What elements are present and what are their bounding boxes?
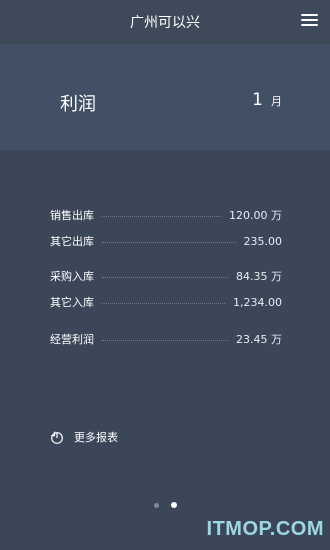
dotted-leader: [102, 276, 228, 278]
dotted-leader: [102, 215, 221, 217]
page-title: 广州可以兴: [130, 15, 200, 31]
stat-label: 销售出库: [50, 209, 94, 222]
stat-value: 235.00: [243, 234, 283, 248]
stat-label: 经营利润: [50, 333, 94, 346]
stat-value: 23.45 万: [236, 333, 282, 346]
stat-row-other-out: 其它出库 235.00: [50, 232, 282, 250]
watermark-logo: ITMOP.COM: [206, 518, 324, 540]
top-bar: 广州可以兴: [0, 0, 330, 44]
dotted-leader: [102, 302, 226, 304]
pie-chart-icon: [51, 431, 63, 444]
dotted-leader: [102, 241, 236, 243]
more-reports-link[interactable]: 更多报表: [50, 429, 118, 445]
page-indicator: [0, 502, 330, 508]
hamburger-menu-icon[interactable]: [301, 13, 318, 28]
stat-row-purchase-in: 采购入库 84.35 万: [50, 267, 282, 285]
month-unit: 月: [271, 95, 282, 108]
profit-label: 利润: [60, 94, 96, 115]
stat-label: 其它出库: [50, 235, 94, 248]
month-number: 1: [252, 90, 263, 110]
more-reports-label: 更多报表: [74, 431, 118, 444]
stat-label: 采购入库: [50, 270, 94, 283]
profit-header: 利润 1月: [0, 44, 330, 150]
stat-label: 其它入库: [50, 296, 94, 309]
stat-value: 120.00 万: [229, 209, 282, 222]
stat-value: 1,234.00: [233, 295, 282, 309]
stat-row-other-in: 其它入库 1,234.00: [50, 293, 282, 311]
stat-value: 84.35 万: [236, 270, 282, 283]
stat-row-sales-out: 销售出库 120.00 万: [50, 206, 282, 224]
stat-row-operating-profit: 经营利润 23.45 万: [50, 330, 282, 348]
dotted-leader: [102, 339, 228, 341]
page-dot-2-active[interactable]: [170, 502, 177, 508]
month-selector[interactable]: 1月: [252, 90, 282, 110]
page-dot-1[interactable]: [153, 502, 159, 508]
